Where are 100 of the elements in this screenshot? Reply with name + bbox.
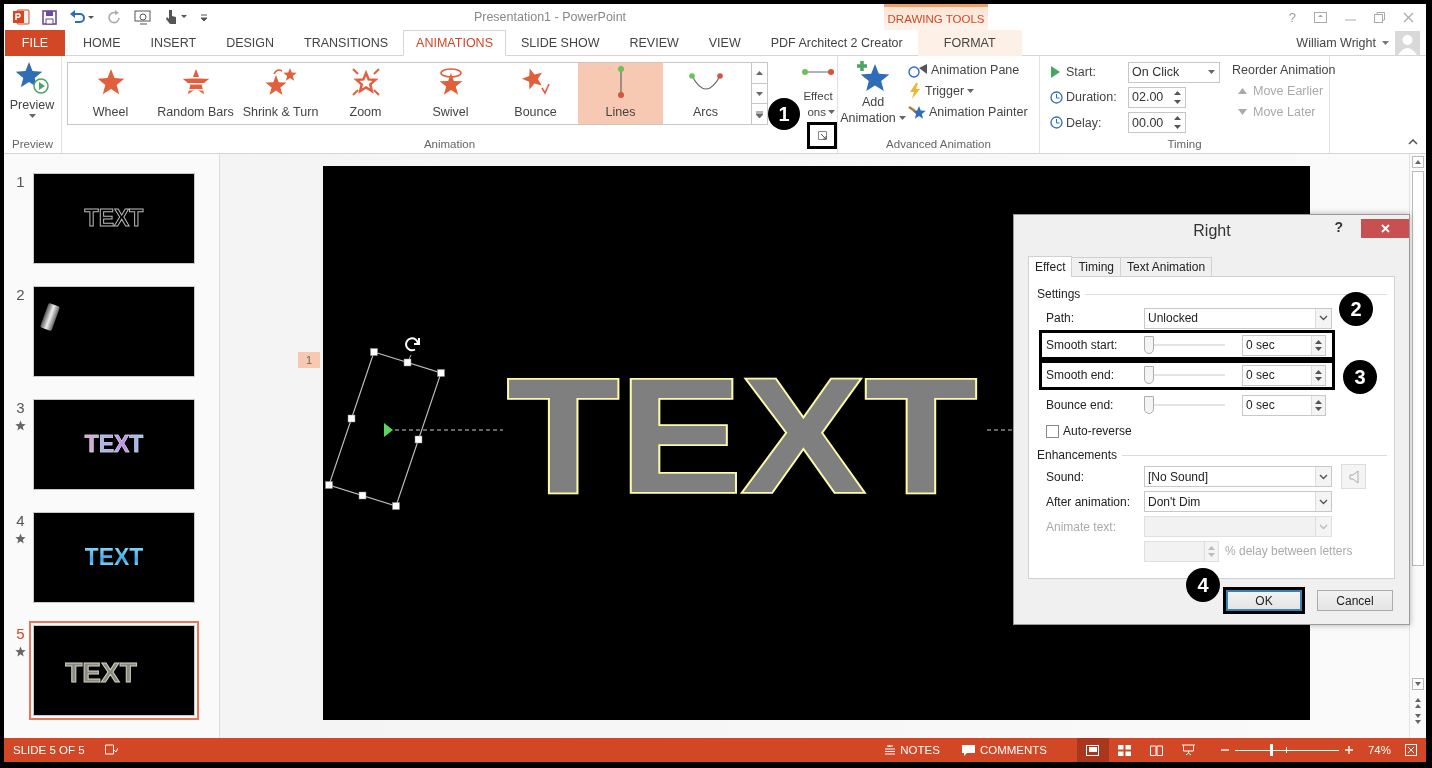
ribbon-command[interactable]: Animation Painter bbox=[908, 104, 1028, 120]
collapse-ribbon-icon[interactable] bbox=[1408, 139, 1418, 145]
animation-option[interactable]: Lines bbox=[578, 63, 663, 124]
ribbon-tab[interactable]: SLIDE SHOW bbox=[505, 30, 615, 56]
ok-button[interactable]: OK bbox=[1226, 590, 1302, 611]
redo-icon[interactable] bbox=[107, 9, 122, 25]
spin-box[interactable]: 02.00 bbox=[1128, 87, 1186, 108]
animation-option[interactable]: Arcs bbox=[663, 63, 748, 124]
touch-mode-icon[interactable] bbox=[164, 9, 188, 25]
scroll-down-icon[interactable] bbox=[1412, 678, 1424, 690]
slider[interactable] bbox=[1144, 396, 1225, 414]
launcher-icon bbox=[817, 131, 827, 140]
ribbon-tab[interactable]: PDF Architect 2 Creator bbox=[755, 30, 918, 56]
close-button[interactable] bbox=[1361, 219, 1409, 238]
dialog-tab[interactable]: Text Animation bbox=[1120, 257, 1213, 276]
ribbon-tab[interactable]: VIEW bbox=[693, 30, 756, 56]
powerpoint-logo-icon[interactable] bbox=[12, 8, 30, 26]
save-icon[interactable] bbox=[42, 9, 57, 25]
animation-option[interactable]: Swivel bbox=[408, 63, 493, 124]
spin-arrows-icon[interactable] bbox=[1315, 368, 1322, 382]
ribbon-tab[interactable]: ANIMATIONS bbox=[403, 30, 506, 56]
field-label: Duration: bbox=[1066, 90, 1118, 105]
path-dropdown[interactable]: Unlocked bbox=[1144, 307, 1332, 329]
spin-box[interactable]: 0 sec bbox=[1242, 334, 1326, 356]
field-label: Smooth end: bbox=[1046, 368, 1116, 382]
chevron-down-icon[interactable] bbox=[1319, 473, 1328, 480]
start-dropdown[interactable]: On Click bbox=[1128, 61, 1220, 83]
ribbon-tab[interactable]: INSERT bbox=[135, 30, 212, 56]
chevron-down-icon[interactable] bbox=[1319, 498, 1328, 505]
ribbon-tab[interactable]: FORMAT bbox=[917, 30, 1022, 56]
spin-box[interactable]: 0 sec bbox=[1242, 394, 1326, 416]
comments-button[interactable]: COMMENTS bbox=[961, 744, 1047, 756]
preview-button[interactable]: Preview bbox=[4, 56, 60, 134]
account-name[interactable]: William Wright bbox=[1296, 35, 1376, 50]
animation-tag: 1 bbox=[298, 352, 320, 368]
checkbox[interactable] bbox=[1046, 424, 1059, 438]
rotate-handle-icon[interactable] bbox=[405, 337, 420, 352]
help-button[interactable]: ? bbox=[1334, 219, 1343, 235]
ribbon-command[interactable]: Animation Pane bbox=[908, 62, 1028, 78]
scroll-up-icon[interactable] bbox=[1412, 156, 1424, 168]
spin-arrows-icon[interactable] bbox=[1315, 338, 1322, 352]
undo-icon[interactable] bbox=[69, 9, 95, 25]
animation-option[interactable]: Wheel bbox=[68, 63, 153, 124]
zoom-out-icon[interactable] bbox=[1220, 746, 1229, 754]
close-icon[interactable] bbox=[1403, 11, 1414, 23]
normal-view-icon bbox=[1086, 744, 1100, 756]
slide-thumbnail[interactable] bbox=[33, 286, 195, 377]
selection-frame[interactable] bbox=[325, 348, 445, 510]
ribbon-tab[interactable]: HOME bbox=[68, 30, 136, 56]
customize-caret-icon[interactable] bbox=[200, 13, 208, 21]
spin-arrows-icon[interactable] bbox=[1315, 398, 1322, 412]
view-button[interactable] bbox=[1076, 738, 1109, 762]
dialog-launcher-button[interactable] bbox=[807, 122, 837, 149]
spin-arrows-icon[interactable] bbox=[1174, 115, 1181, 131]
ribbon-display-icon[interactable] bbox=[1314, 11, 1327, 23]
restore-icon[interactable] bbox=[1374, 11, 1385, 23]
animation-option[interactable]: Bounce bbox=[493, 63, 578, 124]
spin-box[interactable]: 00.00 bbox=[1128, 112, 1186, 134]
dropdown[interactable]: [No Sound] bbox=[1144, 466, 1332, 487]
slider[interactable] bbox=[1144, 336, 1225, 354]
dropdown[interactable]: Don't Dim bbox=[1144, 491, 1332, 512]
spin-box[interactable]: 0 sec bbox=[1242, 364, 1326, 386]
ribbon-tab[interactable]: REVIEW bbox=[614, 30, 694, 56]
slider[interactable] bbox=[1144, 366, 1225, 384]
slider-thumb[interactable] bbox=[1144, 396, 1154, 414]
fit-to-window-icon[interactable] bbox=[1405, 744, 1417, 756]
next-slide-icon[interactable] bbox=[1412, 712, 1424, 726]
ribbon-tab[interactable]: DESIGN bbox=[211, 30, 290, 56]
field-label: Delay: bbox=[1066, 115, 1103, 130]
field-label: Animate text: bbox=[1046, 519, 1118, 534]
zoom-slider-thumb[interactable] bbox=[1270, 744, 1274, 756]
animation-option[interactable]: Shrink & Turn bbox=[238, 63, 323, 124]
reorder-title: Reorder Animation bbox=[1232, 63, 1336, 77]
slide-thumbnail[interactable]: TEXT bbox=[33, 173, 195, 264]
ribbon-command[interactable]: Trigger bbox=[908, 83, 1028, 99]
spin-arrows-icon[interactable] bbox=[1174, 90, 1181, 105]
add-animation-button[interactable]: Add Animation bbox=[838, 56, 908, 134]
previous-slide-icon[interactable] bbox=[1412, 696, 1424, 710]
presenter-icon[interactable] bbox=[134, 9, 152, 25]
clock-icon bbox=[1050, 91, 1063, 104]
clock-icon bbox=[1050, 116, 1063, 130]
notes-button[interactable]: NOTES bbox=[884, 744, 940, 756]
scrollbar-thumb[interactable] bbox=[1412, 171, 1424, 566]
cancel-button[interactable]: Cancel bbox=[1317, 590, 1393, 611]
proofing-icon[interactable] bbox=[104, 744, 118, 756]
dialog-tab[interactable]: Effect bbox=[1028, 256, 1073, 277]
effect-options-button[interactable]: Effect ons bbox=[801, 62, 835, 134]
zoom-in-icon[interactable] bbox=[1344, 746, 1353, 754]
ribbon-tab[interactable]: TRANSITIONS bbox=[289, 30, 404, 56]
slider-thumb[interactable] bbox=[1144, 336, 1154, 354]
chevron-down-icon[interactable] bbox=[1319, 315, 1328, 321]
file-tab[interactable]: FILE bbox=[5, 30, 65, 56]
zoom-slider[interactable] bbox=[1234, 744, 1339, 756]
dialog-tab[interactable]: Timing bbox=[1071, 257, 1122, 276]
animation-option[interactable]: Zoom bbox=[323, 63, 408, 124]
zoom-level[interactable]: 74% bbox=[1367, 744, 1391, 756]
slider-thumb[interactable] bbox=[1144, 366, 1154, 384]
slide-thumbnail[interactable]: TEXT bbox=[33, 512, 195, 603]
slide-thumbnail[interactable]: TEXT bbox=[33, 399, 195, 490]
animation-option[interactable]: Random Bars bbox=[153, 63, 238, 124]
